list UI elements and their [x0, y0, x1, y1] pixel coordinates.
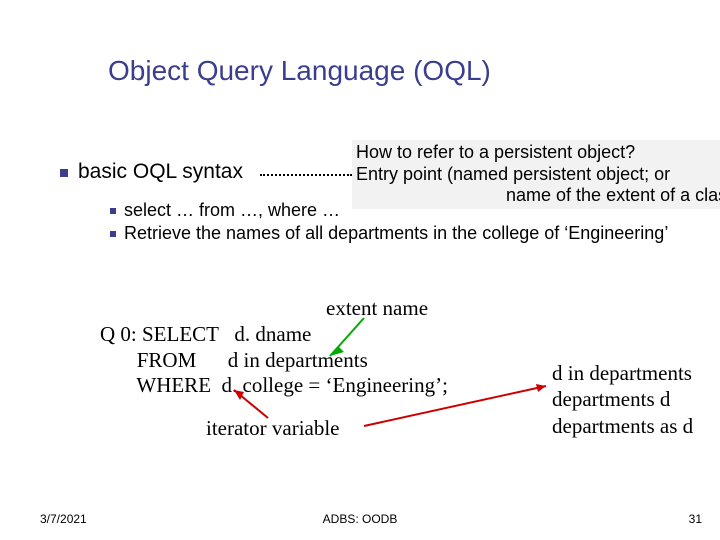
- bullet-basic-oql-text: basic OQL syntax: [78, 160, 243, 183]
- query-q0: Q 0: SELECT d. dname FROM d in departmen…: [100, 322, 448, 399]
- square-bullet-icon: [60, 169, 68, 177]
- alt-2: departments d: [552, 386, 693, 412]
- q0-line1: Q 0: SELECT d. dname: [100, 322, 311, 346]
- iterator-variable-label: iterator variable: [206, 416, 340, 441]
- square-bullet-icon: [110, 231, 116, 237]
- bullet-basic-oql: basic OQL syntax: [60, 160, 243, 184]
- footer-page-number: 31: [689, 512, 702, 526]
- sub-bullet-retrieve: Retrieve the names of all departments in…: [110, 222, 670, 245]
- sub-bullet-retrieve-text: Retrieve the names of all departments in…: [124, 223, 668, 243]
- footer-center: ADBS: OODB: [0, 512, 720, 526]
- callout-line3: name of the extent of a class: [356, 185, 720, 207]
- alternatives-list: d in departments departments d departmen…: [552, 360, 693, 439]
- slide-title: Object Query Language (OQL): [108, 55, 491, 87]
- q0-line2: FROM d in departments: [100, 348, 368, 372]
- callout-line2: Entry point (named persistent object; or: [356, 164, 720, 186]
- square-bullet-icon: [110, 208, 116, 214]
- sub-bullet-select: select … from …, where …: [110, 200, 340, 221]
- callout-line1: How to refer to a persistent object?: [356, 142, 720, 164]
- alt-3: departments as d: [552, 413, 693, 439]
- alt-1: d in departments: [552, 360, 693, 386]
- arrowhead-icon: [536, 384, 546, 392]
- slide: { "title": "Object Query Language (OQL)"…: [0, 0, 720, 540]
- q0-line3: WHERE d. college = ‘Engineering’;: [100, 373, 448, 397]
- callout-connector: [260, 174, 352, 176]
- callout-box: How to refer to a persistent object? Ent…: [352, 140, 720, 209]
- sub-bullet-select-text: select … from …, where …: [124, 200, 340, 220]
- extent-name-label: extent name: [326, 296, 428, 321]
